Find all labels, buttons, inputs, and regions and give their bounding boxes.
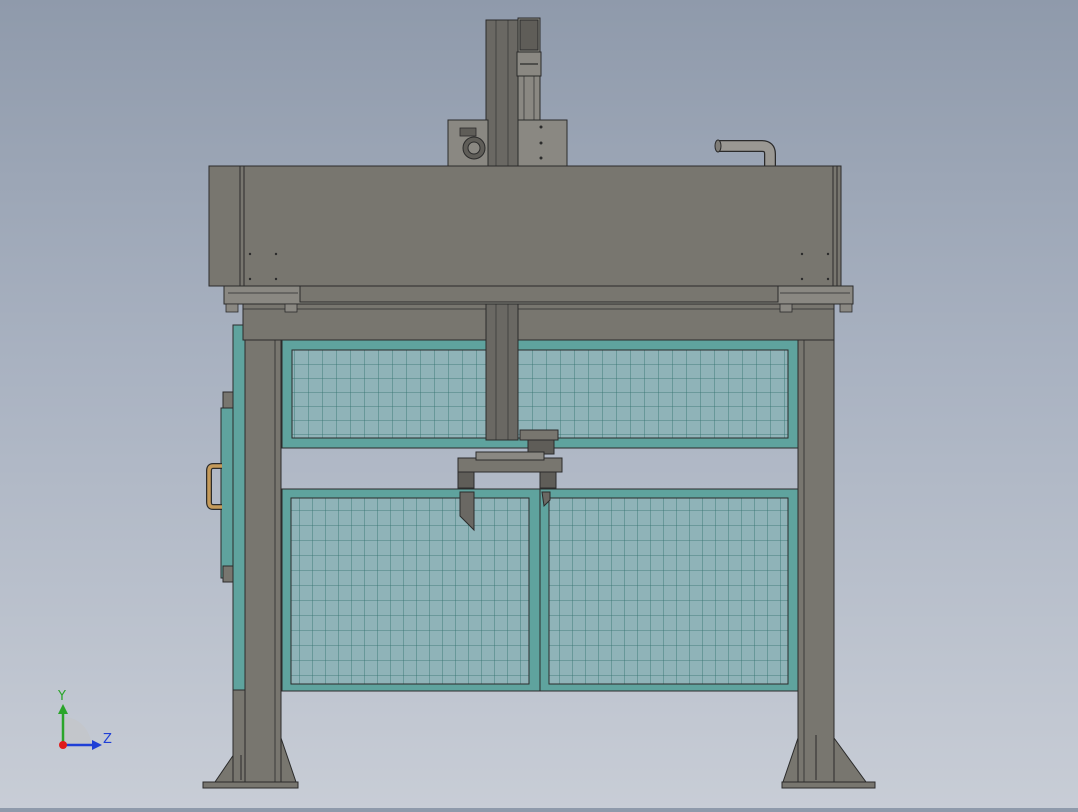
cross-beam [242,303,835,341]
axis-triad-icon: Y Z [57,689,112,750]
lower-right-fence-panel [539,488,799,692]
cad-viewport[interactable]: Y Z [0,0,1078,808]
side-access-door [206,324,246,691]
axis-y-label: Y [57,689,66,704]
door-handle [206,463,222,510]
lower-left-fence-panel [281,488,541,692]
gantry-robot-drawing: Y Z [57,17,876,789]
axis-z-label: Z [103,732,112,747]
cable-hose [714,139,776,168]
overhead-beam-housing [208,165,854,313]
